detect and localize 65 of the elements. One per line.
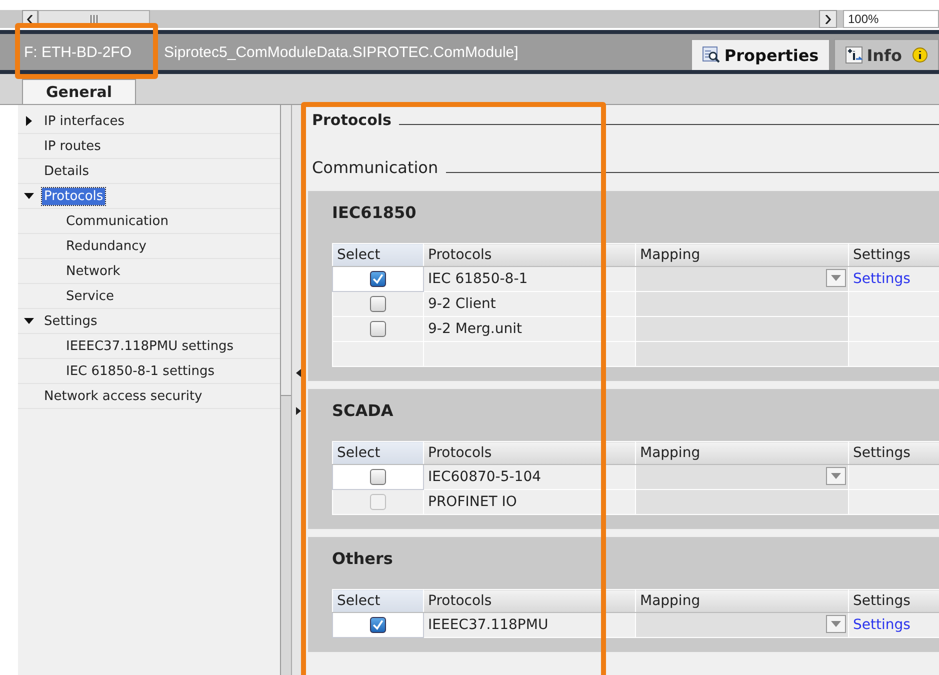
sidebar-item[interactable]: Communication <box>64 212 170 230</box>
grip-icon <box>90 15 98 23</box>
expanded-arrow-icon[interactable] <box>24 316 34 326</box>
section-title: Others <box>332 549 393 568</box>
collapsed-arrow-icon[interactable] <box>24 116 34 126</box>
column-header: Mapping <box>636 244 848 266</box>
vertical-scrollbar[interactable] <box>280 105 292 675</box>
expanded-arrow-icon[interactable] <box>24 191 34 201</box>
caret-icon <box>831 275 841 281</box>
column-header: Mapping <box>636 442 848 464</box>
sidebar-item[interactable]: IEC 61850-8-1 settings <box>64 362 217 380</box>
chevron-left-icon <box>27 14 33 24</box>
subsection-heading: Communication <box>312 158 438 177</box>
column-header: Protocols <box>424 590 636 612</box>
sidebar-item[interactable]: Redundancy <box>64 238 148 254</box>
checkbox[interactable] <box>370 617 386 634</box>
sidebar-item[interactable]: Protocols <box>42 188 106 204</box>
table-cell: IEC60870-5-104 <box>424 464 636 490</box>
column-header: Settings <box>848 590 939 612</box>
column-header: Settings <box>848 442 939 464</box>
column-header: Settings <box>848 244 939 266</box>
sidebar-item[interactable]: Details <box>42 162 92 180</box>
column-header: Select <box>332 442 424 464</box>
checkbox[interactable] <box>370 469 386 486</box>
column-header: Select <box>332 244 424 266</box>
section-title: SCADA <box>332 401 394 420</box>
table-cell: PROFINET IO <box>424 490 636 514</box>
window-title: F: ETH-BD-2FO <box>24 44 132 60</box>
column-header: Protocols <box>424 244 636 266</box>
expand-right-icon[interactable] <box>296 406 300 414</box>
column-header: Select <box>332 590 424 612</box>
dropdown-button[interactable] <box>826 467 846 485</box>
column-header: Protocols <box>424 442 636 464</box>
inspector-tab[interactable]: Properties <box>691 39 830 70</box>
section-title: IEC61850 <box>332 203 416 222</box>
window-subtitle: Siprotec5_ComModuleData.SIPROTEC.ComModule] <box>164 44 518 60</box>
checkbox[interactable] <box>370 271 386 288</box>
sidebar-item[interactable]: Settings <box>42 312 100 330</box>
magnifier-icon <box>702 46 720 64</box>
sidebar-item[interactable]: Service <box>64 288 116 304</box>
general-tab[interactable]: General <box>22 79 136 104</box>
sidebar-item[interactable]: IP interfaces <box>42 112 127 130</box>
sidebar-item[interactable]: Network <box>64 262 122 280</box>
checkbox[interactable] <box>370 296 386 312</box>
dropdown-button[interactable] <box>826 269 846 287</box>
caret-icon <box>831 621 841 627</box>
table-cell: IEC 61850-8-1 <box>424 266 636 292</box>
zoom-field[interactable]: 100% <box>843 10 939 28</box>
sidebar-item[interactable]: IP routes <box>42 138 103 154</box>
inspector-tab[interactable]: Info <box>834 39 939 70</box>
info-icon <box>844 46 863 64</box>
table-cell: 9-2 Merg.unit <box>424 316 636 342</box>
caret-icon <box>831 473 841 479</box>
sidebar-item[interactable]: Network access security <box>42 388 204 404</box>
table-cell: IEEEC37.118PMU <box>424 612 636 638</box>
collapse-left-icon[interactable] <box>296 368 300 376</box>
section-heading: Protocols <box>312 111 392 129</box>
chevron-right-icon <box>825 14 831 24</box>
sidebar-item[interactable]: IEEEC37.118PMU settings <box>64 338 236 354</box>
table-cell: 9-2 Client <box>424 292 636 316</box>
warning-icon <box>912 47 928 63</box>
scroll-right-button[interactable] <box>819 10 837 28</box>
checkbox[interactable] <box>370 321 386 338</box>
column-header: Mapping <box>636 590 848 612</box>
dropdown-button[interactable] <box>826 615 846 633</box>
